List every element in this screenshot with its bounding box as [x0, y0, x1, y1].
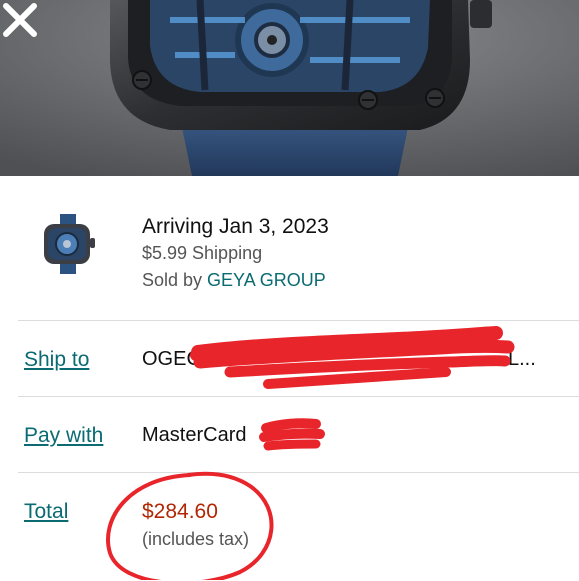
ship-to-name: OGECHI [142, 348, 221, 370]
seller-link[interactable]: GEYA GROUP [207, 270, 326, 290]
shipping-cost: $5.99 Shipping [142, 243, 263, 263]
ship-to-link[interactable]: Ship to [24, 348, 89, 372]
ship-to-row: Ship to OGECHI L... [18, 320, 579, 397]
tax-note: (includes tax) [142, 529, 250, 549]
total-row: Total $284.60 (includes tax) [18, 472, 579, 581]
total-amount: $284.60 [142, 500, 218, 523]
total-link[interactable]: Total [24, 500, 68, 524]
pay-with-row: Pay with MasterCard [18, 396, 579, 473]
product-hero-image [0, 0, 579, 176]
sold-by: Sold by GEYA GROUP [142, 270, 326, 291]
payment-method: MasterCard [142, 424, 247, 446]
pay-with-link[interactable]: Pay with [24, 424, 103, 448]
close-icon[interactable] [0, 0, 40, 40]
arrival-date: Arriving Jan 3, 2023 [142, 215, 329, 238]
ship-to-address-suffix: L... [508, 348, 536, 370]
item-summary: Arriving Jan 3, 2023 $5.99 Shipping Sold… [0, 176, 579, 321]
watch-thumbnail-icon [44, 214, 95, 274]
ship-to-address: OGECHI [142, 348, 221, 371]
watch-image [0, 0, 579, 176]
sold-by-prefix: Sold by [142, 270, 208, 290]
